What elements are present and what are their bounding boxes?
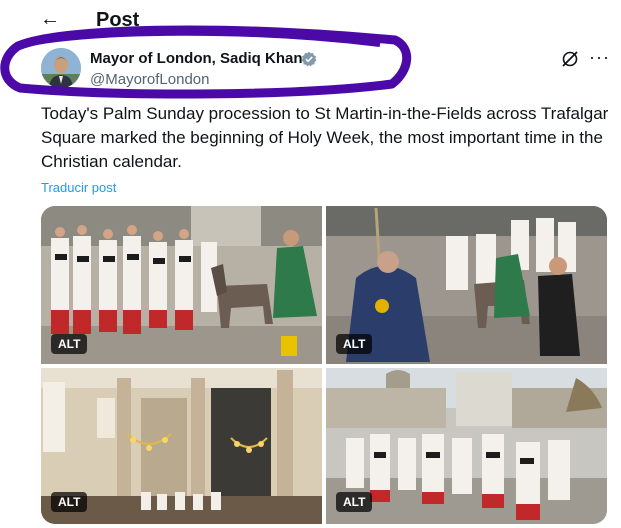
author-display-name[interactable]: Mayor of London, Sadiq Khan [90,50,303,68]
grok-icon[interactable] [561,50,579,68]
photo-trafalgar-square-choir[interactable]: ALT [326,368,607,524]
alt-badge[interactable]: ALT [51,492,88,512]
verified-badge-icon [301,51,317,67]
more-options-icon[interactable]: ··· [589,48,610,66]
photo-church-interior[interactable]: ALT [41,368,322,524]
alt-badge[interactable]: ALT [336,492,373,512]
photo-procession-choir-donkey[interactable]: ALT [41,206,322,364]
post-text: Today's Palm Sunday procession to St Mar… [41,104,609,171]
photo-cross-bearer-procession[interactable]: ALT [326,206,607,364]
media-grid: ALT ALT ALT ALT [41,206,607,524]
post-author: Mayor of London, Sadiq Khan @MayorofLond… [0,36,621,98]
arrow-left-icon[interactable]: ← [40,8,60,30]
author-handle[interactable]: @MayorofLondon [90,71,209,89]
alt-badge[interactable]: ALT [336,334,373,354]
page-title: Post [96,9,140,31]
avatar[interactable] [41,48,81,88]
top-bar: ← Post [0,0,621,40]
translate-post-link[interactable]: Traducir post [41,180,116,195]
alt-badge[interactable]: ALT [51,334,88,354]
